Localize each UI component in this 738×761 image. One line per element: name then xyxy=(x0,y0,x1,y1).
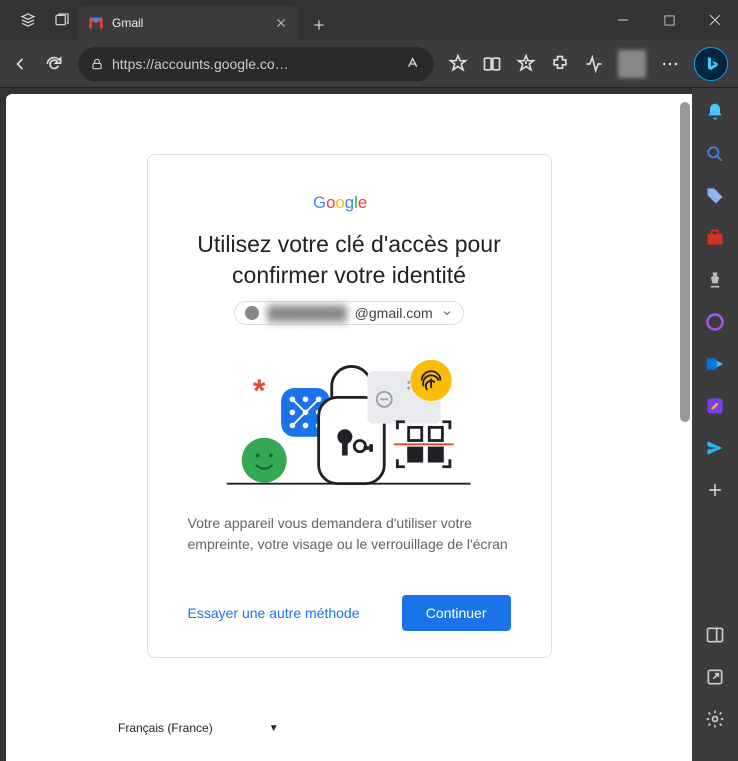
account-chip[interactable]: ████████ @gmail.com xyxy=(234,301,463,325)
bing-chat-button[interactable] xyxy=(694,47,728,81)
continue-button[interactable]: Continuer xyxy=(402,595,511,631)
browser-toolbar: https://accounts.google.co… xyxy=(0,40,738,88)
tab-close-icon[interactable] xyxy=(274,16,288,30)
title-bar: Gmail xyxy=(0,0,738,40)
split-screen-icon[interactable] xyxy=(482,54,502,74)
tab-title: Gmail xyxy=(112,16,266,30)
window-close-button[interactable] xyxy=(692,0,738,40)
external-icon[interactable] xyxy=(705,667,725,687)
address-bar[interactable]: https://accounts.google.co… xyxy=(78,47,434,81)
language-selector[interactable]: Français (France) ▼ xyxy=(118,721,279,735)
avatar-icon xyxy=(245,306,259,320)
add-icon[interactable] xyxy=(705,480,725,500)
search-icon[interactable] xyxy=(705,144,725,164)
profile-avatar[interactable] xyxy=(618,50,646,78)
url-text: https://accounts.google.co… xyxy=(112,56,398,72)
chess-icon[interactable] xyxy=(705,270,725,290)
refresh-button[interactable] xyxy=(44,54,64,74)
try-another-method-link[interactable]: Essayer une autre méthode xyxy=(188,605,360,621)
description-text: Votre appareil vous demandera d'utiliser… xyxy=(188,513,511,555)
outlook-icon[interactable] xyxy=(705,354,725,374)
page-heading: Utilisez votre clé d'accès pour confirme… xyxy=(188,229,511,291)
back-button[interactable] xyxy=(10,54,30,74)
dropdown-arrow-icon: ▼ xyxy=(269,723,279,734)
google-logo-icon: Google xyxy=(188,191,511,215)
more-menu-icon[interactable] xyxy=(660,54,680,74)
read-aloud-icon[interactable] xyxy=(406,56,422,72)
email-obscured: ████████ xyxy=(267,305,346,321)
settings-icon[interactable] xyxy=(705,709,725,729)
extensions-icon[interactable] xyxy=(550,54,570,74)
new-tab-button[interactable] xyxy=(304,10,334,40)
browser-tab[interactable]: Gmail xyxy=(78,6,298,40)
performance-icon[interactable] xyxy=(584,54,604,74)
browser-sidebar xyxy=(692,88,738,761)
lock-icon xyxy=(90,57,104,71)
briefcase-icon[interactable] xyxy=(705,228,725,248)
scrollbar[interactable] xyxy=(680,102,690,422)
window-maximize-button[interactable] xyxy=(646,0,692,40)
page-content: Google Utilisez votre clé d'accès pour c… xyxy=(6,94,692,761)
bell-icon[interactable] xyxy=(705,102,725,122)
panel-icon[interactable] xyxy=(705,625,725,645)
gmail-favicon-icon xyxy=(88,15,104,31)
svg-text:Google: Google xyxy=(313,193,367,212)
collections-icon[interactable] xyxy=(516,54,536,74)
edit-icon[interactable] xyxy=(705,396,725,416)
workspaces-icon[interactable] xyxy=(20,12,36,28)
tag-icon[interactable] xyxy=(705,186,725,206)
tab-overview-icon[interactable] xyxy=(54,12,70,28)
window-minimize-button[interactable] xyxy=(600,0,646,40)
office-icon[interactable] xyxy=(705,312,725,332)
favorite-icon[interactable] xyxy=(448,54,468,74)
svg-text:*: * xyxy=(253,372,266,408)
language-label: Français (France) xyxy=(118,721,213,735)
signin-card: Google Utilisez votre clé d'accès pour c… xyxy=(147,154,552,658)
email-suffix: @gmail.com xyxy=(355,305,433,321)
send-icon[interactable] xyxy=(705,438,725,458)
passkey-illustration: * xyxy=(208,343,489,493)
chevron-down-icon xyxy=(441,307,453,319)
